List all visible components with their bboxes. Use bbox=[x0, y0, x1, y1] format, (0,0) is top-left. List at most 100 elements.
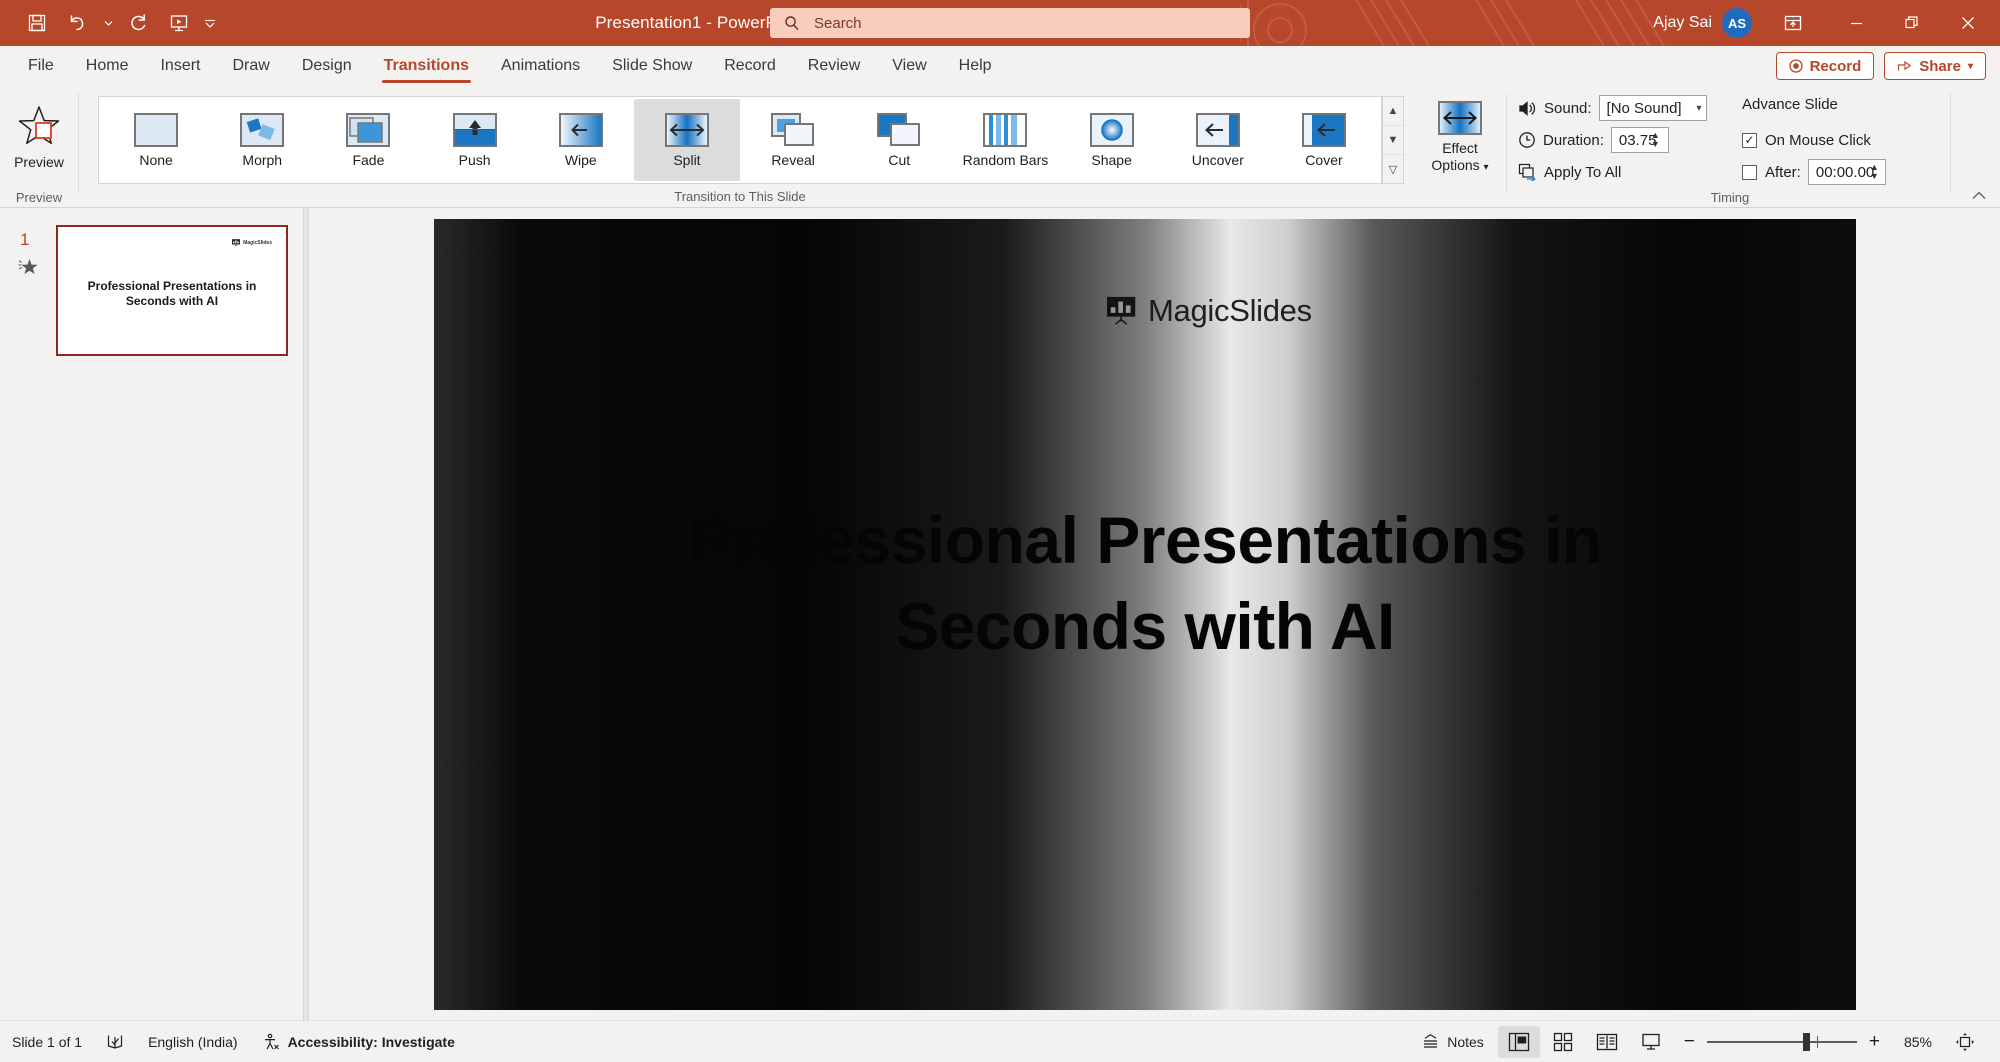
restore-button[interactable] bbox=[1884, 0, 1940, 46]
preview-button[interactable]: Preview bbox=[6, 94, 72, 186]
user-name[interactable]: Ajay Sai bbox=[1653, 14, 1712, 32]
tab-home[interactable]: Home bbox=[70, 46, 145, 86]
after-checkbox[interactable] bbox=[1742, 164, 1757, 180]
transition-star-icon[interactable] bbox=[17, 256, 39, 278]
tab-slide-show[interactable]: Slide Show bbox=[596, 46, 708, 86]
tab-review[interactable]: Review bbox=[792, 46, 876, 86]
tab-view[interactable]: View bbox=[876, 46, 942, 86]
record-button[interactable]: Record bbox=[1775, 52, 1875, 80]
tab-draw[interactable]: Draw bbox=[216, 46, 285, 86]
collapse-ribbon-icon[interactable] bbox=[1968, 185, 1990, 205]
after-label: After: bbox=[1765, 163, 1801, 181]
avatar[interactable]: AS bbox=[1722, 8, 1752, 38]
slide-canvas[interactable]: MagicSlides Professional Presentations i… bbox=[434, 219, 1856, 1010]
zoom-slider-thumb[interactable] bbox=[1802, 1032, 1810, 1051]
transition-fade[interactable]: Fade bbox=[315, 99, 421, 181]
apply-to-all-button[interactable]: Apply To All bbox=[1518, 158, 1621, 186]
after-spinner-down-icon[interactable]: ▼ bbox=[1870, 172, 1879, 181]
transition-cover[interactable]: Cover bbox=[1271, 99, 1377, 181]
transition-uncover[interactable]: Uncover bbox=[1165, 99, 1271, 181]
duration-spinner-down-icon[interactable]: ▼ bbox=[1651, 140, 1660, 149]
sound-label: Sound: bbox=[1544, 99, 1592, 117]
transition-wipe[interactable]: Wipe bbox=[528, 99, 634, 181]
transition-reveal[interactable]: Reveal bbox=[740, 99, 846, 181]
thumbnail-logo-text: MagicSlides bbox=[243, 239, 272, 246]
tab-transitions[interactable]: Transitions bbox=[368, 46, 485, 86]
transition-none[interactable]: None bbox=[103, 99, 209, 181]
spell-check-button[interactable] bbox=[94, 1026, 136, 1058]
effect-options-button[interactable]: Effect Options ▾ bbox=[1416, 94, 1504, 192]
close-button[interactable] bbox=[1940, 0, 1996, 46]
share-dropdown-icon[interactable]: ▾ bbox=[1968, 61, 1973, 72]
slide-sorter-view-button[interactable] bbox=[1542, 1026, 1584, 1058]
slide-logo-text: MagicSlides bbox=[1148, 293, 1312, 328]
start-from-beginning-icon[interactable] bbox=[160, 6, 198, 40]
share-button-label: Share bbox=[1919, 57, 1961, 75]
effect-options-label-line1: Effect bbox=[1442, 140, 1478, 156]
zoom-in-button[interactable]: + bbox=[1869, 1031, 1880, 1053]
zoom-out-button[interactable]: − bbox=[1684, 1031, 1695, 1053]
undo-icon[interactable] bbox=[58, 6, 96, 40]
reading-view-button[interactable] bbox=[1586, 1026, 1628, 1058]
effect-options-label-line2: Options ▾ bbox=[1431, 157, 1488, 176]
language-indicator[interactable]: English (India) bbox=[136, 1026, 250, 1058]
customize-quick-access-toolbar-icon[interactable] bbox=[200, 6, 220, 40]
after-spinner[interactable]: ▲ ▼ bbox=[1870, 163, 1879, 181]
share-button[interactable]: Share ▾ bbox=[1884, 52, 1986, 80]
tab-design[interactable]: Design bbox=[286, 46, 368, 86]
duration-field[interactable]: 03.75 bbox=[1610, 127, 1669, 153]
tab-animations[interactable]: Animations bbox=[485, 46, 596, 86]
sound-dropdown-icon[interactable]: ▾ bbox=[1689, 103, 1702, 114]
normal-view-button[interactable] bbox=[1497, 1025, 1540, 1058]
tab-insert[interactable]: Insert bbox=[144, 46, 216, 86]
minimize-button[interactable] bbox=[1828, 0, 1884, 46]
gallery-scroll-up-button[interactable]: ▲ bbox=[1383, 97, 1403, 126]
transition-gallery: None Morph Fade Push Wipe Split Reveal C… bbox=[98, 96, 1382, 184]
record-button-label: Record bbox=[1809, 57, 1862, 75]
on-mouse-click-checkbox[interactable]: ✓ bbox=[1742, 132, 1757, 148]
slide-thumbnail-1[interactable]: MagicSlides Professional Presentations i… bbox=[56, 225, 288, 356]
gallery-more-button[interactable]: ▽ bbox=[1383, 155, 1403, 183]
undo-dropdown-icon[interactable] bbox=[98, 6, 118, 40]
zoom-slider[interactable] bbox=[1706, 1032, 1857, 1051]
transition-push[interactable]: Push bbox=[422, 99, 528, 181]
accessibility-label: Accessibility: Investigate bbox=[287, 1033, 455, 1050]
effect-options-dropdown-icon[interactable]: ▾ bbox=[1484, 162, 1489, 173]
ribbon-display-options-icon[interactable] bbox=[1768, 0, 1818, 46]
transition-morph[interactable]: Morph bbox=[209, 99, 315, 181]
accessibility-icon bbox=[262, 1033, 280, 1051]
fade-transition-icon bbox=[346, 112, 391, 147]
duration-spinner[interactable]: ▲ ▼ bbox=[1651, 131, 1660, 149]
tab-record[interactable]: Record bbox=[708, 46, 792, 86]
search-input[interactable] bbox=[812, 9, 1250, 37]
apply-to-all-label: Apply To All bbox=[1544, 163, 1622, 181]
main-area: 1 MagicSlides Professional Presentations… bbox=[0, 208, 2000, 1020]
notes-button[interactable]: Notes bbox=[1410, 1026, 1496, 1058]
none-transition-icon bbox=[134, 112, 179, 147]
zoom-level-label: 85% bbox=[1903, 1033, 1932, 1050]
clock-icon bbox=[1518, 131, 1536, 149]
accessibility-button[interactable]: Accessibility: Investigate bbox=[250, 1026, 467, 1058]
search-box[interactable] bbox=[770, 8, 1250, 38]
preview-group-label: Preview bbox=[15, 190, 63, 205]
transition-random-bars[interactable]: Random Bars bbox=[952, 99, 1058, 181]
fit-to-window-button[interactable] bbox=[1944, 1026, 1986, 1058]
title-bar-right: Ajay Sai AS bbox=[1653, 0, 2000, 46]
push-transition-icon bbox=[452, 112, 497, 147]
transition-cut[interactable]: Cut bbox=[846, 99, 952, 181]
on-mouse-click-row[interactable]: ✓ On Mouse Click bbox=[1742, 126, 1871, 154]
slide-show-view-button[interactable] bbox=[1630, 1026, 1672, 1058]
slide-title-text[interactable]: Professional Presentations in Seconds wi… bbox=[584, 497, 1706, 669]
sound-combobox[interactable]: [No Sound] ▾ bbox=[1598, 95, 1707, 121]
gallery-scroll-down-button[interactable]: ▼ bbox=[1383, 126, 1403, 155]
save-icon[interactable] bbox=[18, 6, 56, 40]
slide-count-indicator[interactable]: Slide 1 of 1 bbox=[0, 1026, 94, 1058]
redo-icon[interactable] bbox=[120, 6, 158, 40]
tab-help[interactable]: Help bbox=[943, 46, 1008, 86]
transition-split[interactable]: Split bbox=[633, 99, 741, 181]
powerpoint-window: Presentation1 - PowerPoint Ajay Sai AS bbox=[0, 0, 2000, 1062]
transition-shape-label: Shape bbox=[1091, 151, 1132, 168]
preview-star-icon bbox=[16, 102, 62, 148]
tab-file[interactable]: File bbox=[12, 46, 70, 86]
transition-shape[interactable]: Shape bbox=[1059, 99, 1165, 181]
